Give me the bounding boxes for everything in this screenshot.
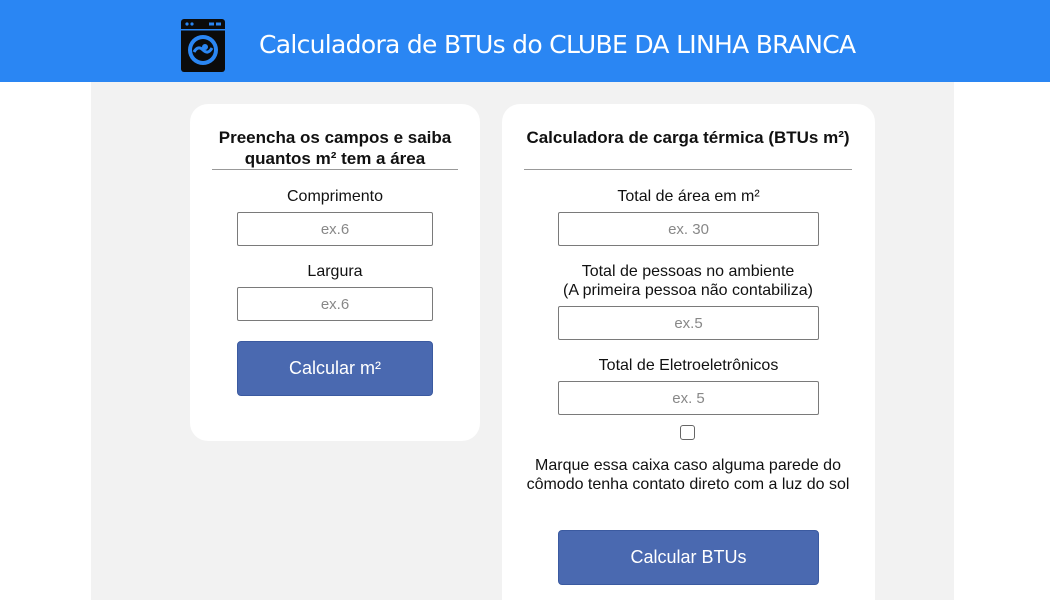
electronics-label: Total de Eletroeletrônicos: [598, 357, 779, 374]
people-input[interactable]: [558, 306, 819, 340]
washing-machine-icon: [181, 19, 225, 72]
btu-calculator-card: [502, 104, 875, 600]
sun-exposure-note: Marque essa caixa caso alguma parede do …: [526, 457, 850, 493]
calculate-area-button[interactable]: Calcular m²: [237, 341, 433, 396]
calculate-btu-button[interactable]: Calcular BTUs: [558, 530, 819, 585]
length-label: Comprimento: [286, 188, 384, 205]
people-sublabel: (A primeira pessoa não contabiliza): [563, 282, 813, 299]
width-input[interactable]: [237, 287, 433, 321]
people-label: Total de pessoas no ambiente: [581, 263, 795, 280]
app-header: Calculadora de BTUs do CLUBE DA LINHA BR…: [0, 0, 1050, 82]
sun-exposure-checkbox[interactable]: [680, 425, 695, 440]
length-input[interactable]: [237, 212, 433, 246]
btu-card-title: Calculadora de carga térmica (BTUs m²): [524, 127, 852, 170]
area-card-title: Preencha os campos e saiba quantos m² te…: [212, 127, 458, 170]
total-area-input[interactable]: [558, 212, 819, 246]
electronics-input[interactable]: [558, 381, 819, 415]
page-title: Calculadora de BTUs do CLUBE DA LINHA BR…: [259, 30, 856, 59]
total-area-label: Total de área em m²: [617, 188, 760, 205]
width-label: Largura: [307, 263, 363, 280]
